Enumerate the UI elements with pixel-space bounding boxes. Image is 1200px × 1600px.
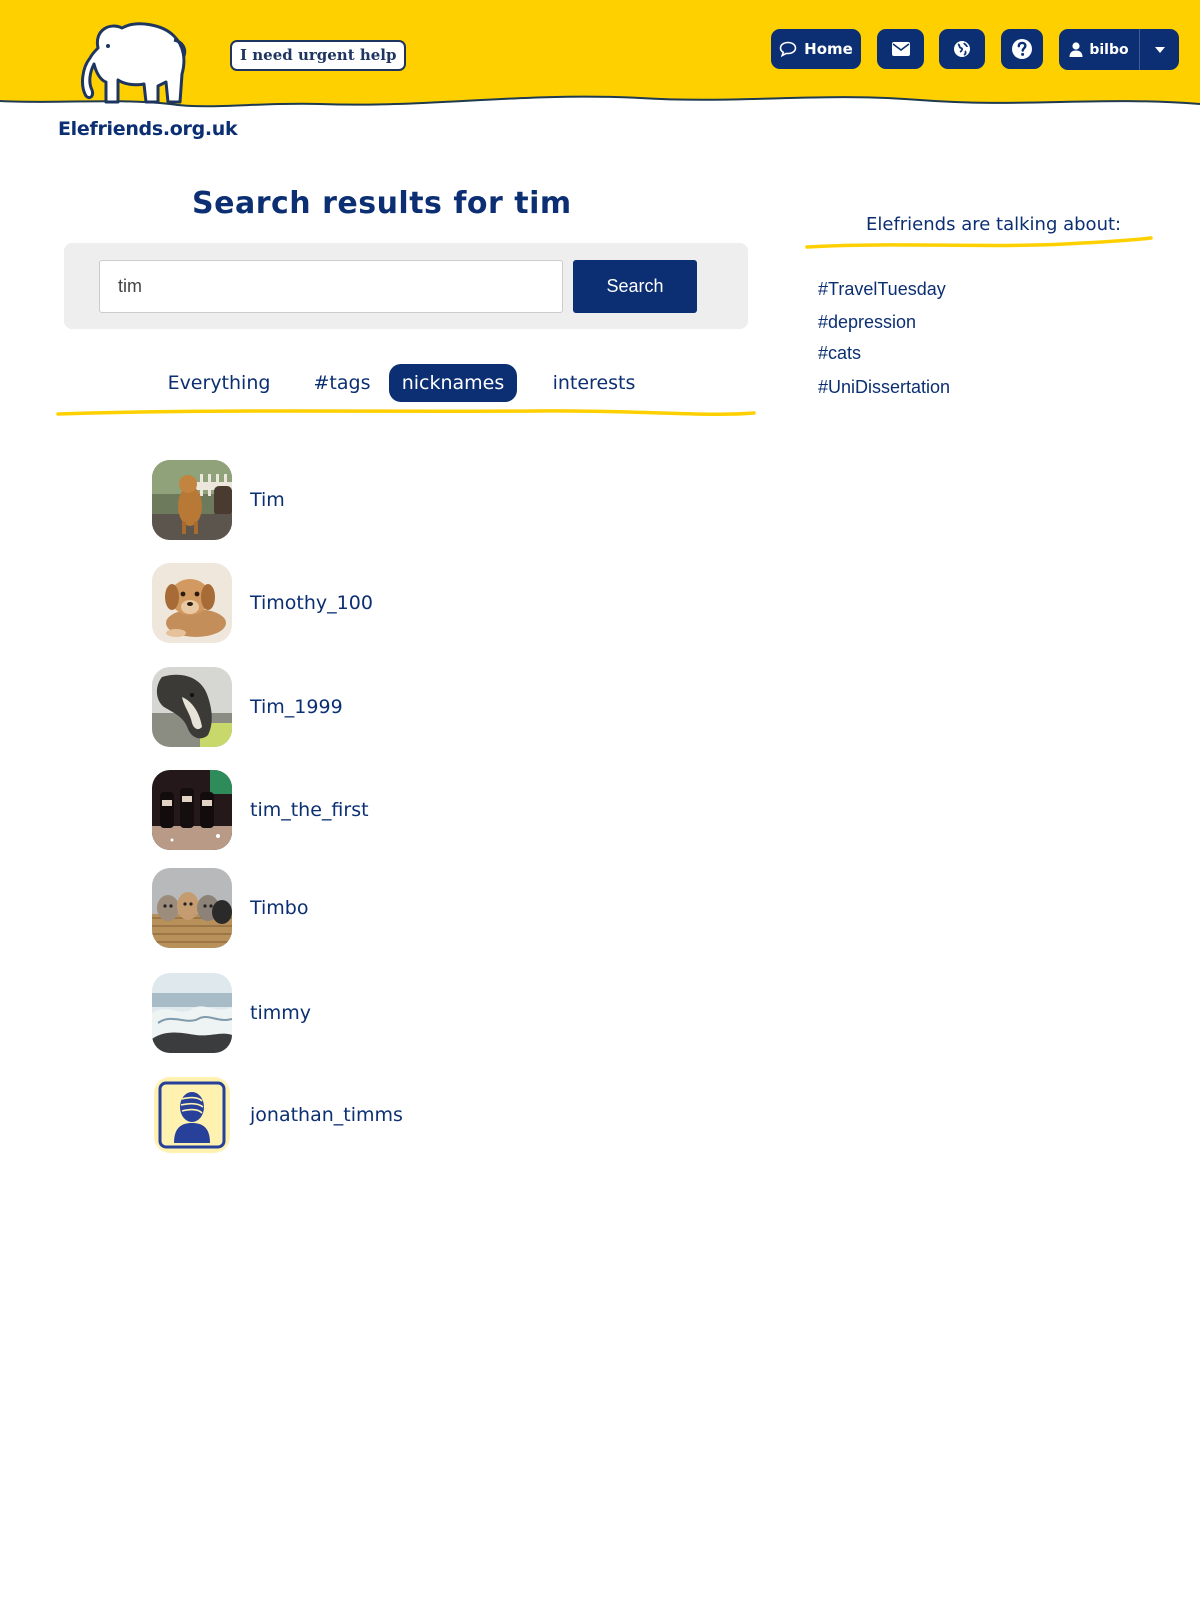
list-item[interactable]: tim_the_first <box>152 770 652 850</box>
result-nickname[interactable]: tim_the_first <box>250 799 369 821</box>
tabs-divider <box>56 409 756 416</box>
avatar[interactable] <box>152 770 232 850</box>
avatar[interactable] <box>152 667 232 747</box>
tab-everything[interactable]: Everything <box>168 364 271 402</box>
globe-icon <box>954 41 970 57</box>
avatar[interactable] <box>152 973 232 1053</box>
trending-tag-link[interactable]: #UniDissertation <box>818 377 950 398</box>
question-icon <box>1012 39 1032 59</box>
avatar[interactable] <box>152 460 232 540</box>
result-nickname[interactable]: jonathan_timms <box>250 1104 403 1126</box>
avatar[interactable] <box>152 868 232 948</box>
sidebar-divider <box>805 236 1153 249</box>
trending-tag-link[interactable]: #depression <box>818 312 916 333</box>
result-nickname[interactable]: Tim <box>250 489 285 511</box>
home-label: Home <box>804 40 853 58</box>
username-label: bilbo <box>1089 41 1129 58</box>
elephant-logo-icon[interactable] <box>70 20 190 108</box>
help-button[interactable] <box>1001 29 1043 69</box>
user-profile-button[interactable]: bilbo <box>1059 29 1139 70</box>
urgent-help-button[interactable]: I need urgent help <box>230 40 407 71</box>
trending-tag-link[interactable]: #TravelTuesday <box>818 279 946 300</box>
trending-tag-link[interactable]: #cats <box>818 343 861 364</box>
list-item[interactable]: Tim_1999 <box>152 667 652 747</box>
site-name[interactable]: Elefriends.org.uk <box>58 118 238 140</box>
list-item[interactable]: Tim <box>152 460 652 540</box>
tab-nicknames[interactable]: nicknames <box>389 364 517 402</box>
envelope-icon <box>891 42 910 56</box>
list-item[interactable]: Timothy_100 <box>152 563 652 643</box>
result-nickname[interactable]: Timbo <box>250 897 309 919</box>
caret-down-icon <box>1154 46 1165 53</box>
search-input[interactable] <box>99 260 563 313</box>
tab-tags[interactable]: #tags <box>310 364 374 402</box>
avatar[interactable] <box>152 563 232 643</box>
result-nickname[interactable]: Tim_1999 <box>250 696 343 718</box>
community-button[interactable] <box>939 29 985 69</box>
default-avatar-icon[interactable] <box>152 1075 232 1155</box>
list-item[interactable]: jonathan_timms <box>152 1075 652 1155</box>
result-nickname[interactable]: Timothy_100 <box>250 592 373 614</box>
speech-bubble-icon <box>779 41 797 57</box>
sidebar-title: Elefriends are talking about: <box>866 214 1122 235</box>
messages-button[interactable] <box>877 29 924 69</box>
home-button[interactable]: Home <box>771 29 861 69</box>
list-item[interactable]: Timbo <box>152 868 652 948</box>
search-button[interactable]: Search <box>573 260 697 313</box>
result-nickname[interactable]: timmy <box>250 1002 311 1024</box>
page-title: Search results for tim <box>192 186 572 221</box>
user-icon <box>1069 42 1083 57</box>
user-dropdown-toggle[interactable] <box>1139 29 1179 70</box>
tab-interests[interactable]: interests <box>552 364 636 402</box>
list-item[interactable]: timmy <box>152 973 652 1053</box>
user-menu: bilbo <box>1059 29 1179 70</box>
